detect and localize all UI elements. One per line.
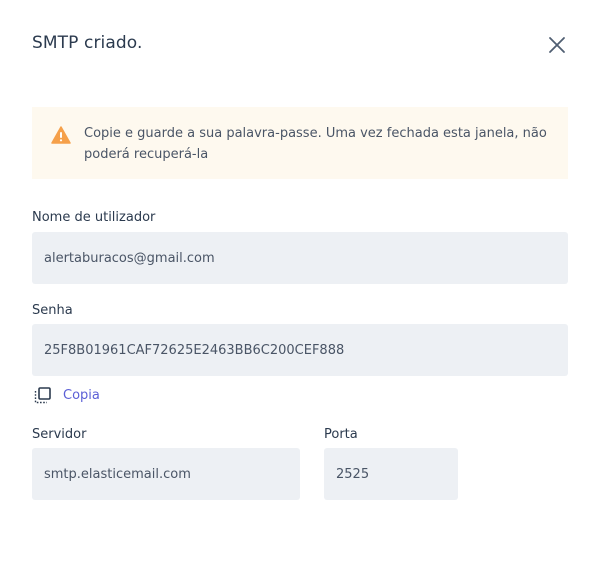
server-field[interactable]: smtp.elasticemail.com	[32, 448, 300, 500]
username-value: alertaburacos@gmail.com	[44, 250, 215, 266]
password-value: 25F8B01961CAF72625E2463BB6C200CEF888	[44, 342, 345, 358]
dialog-title: SMTP criado.	[32, 33, 143, 53]
warning-message: Copie e guarde a sua palavra-passe. Uma …	[84, 126, 547, 162]
username-field[interactable]: alertaburacos@gmail.com	[32, 232, 568, 284]
server-value: smtp.elasticemail.com	[44, 466, 191, 482]
copy-button[interactable]: Copia	[33, 385, 100, 405]
warning-alert: Copie e guarde a sua palavra-passe. Uma …	[32, 107, 568, 179]
warning-icon	[51, 126, 71, 144]
username-label: Nome de utilizador	[32, 210, 156, 225]
close-icon	[549, 37, 565, 53]
copy-label: Copia	[63, 387, 100, 403]
password-label: Senha	[32, 303, 73, 318]
smtp-created-dialog: SMTP criado. Copie e guarde a sua palavr…	[0, 0, 599, 585]
port-label: Porta	[324, 427, 358, 442]
port-value: 2525	[336, 466, 370, 482]
close-button[interactable]	[547, 35, 567, 55]
copy-icon	[33, 385, 53, 405]
password-field[interactable]: 25F8B01961CAF72625E2463BB6C200CEF888	[32, 324, 568, 376]
port-field[interactable]: 2525	[324, 448, 458, 500]
server-label: Servidor	[32, 427, 87, 442]
